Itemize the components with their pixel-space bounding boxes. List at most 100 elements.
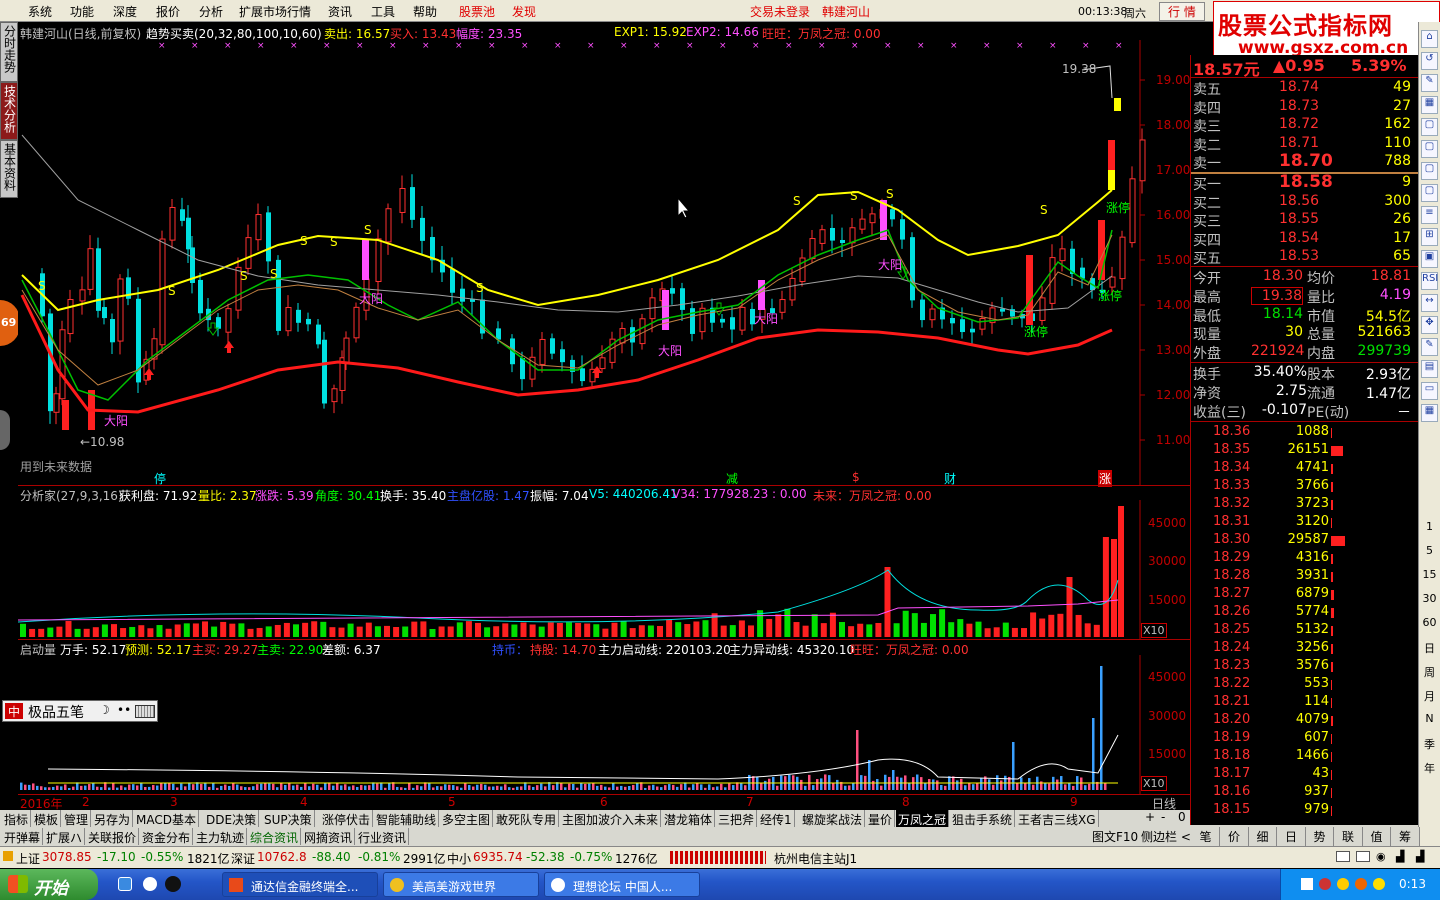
indicator-tab-9[interactable]: 多空主图 — [440, 810, 494, 827]
start-button[interactable]: 开始 — [0, 869, 98, 900]
tray-icon-3[interactable] — [1337, 878, 1349, 890]
quote-tab-3[interactable]: 日 — [1277, 827, 1306, 846]
sh-label[interactable]: 上证 — [16, 850, 40, 867]
menu-analysis[interactable]: 分析 — [199, 3, 223, 20]
indicator-tab-6[interactable]: SUP决策 — [262, 810, 315, 827]
tray-icon-4[interactable] — [1355, 878, 1367, 890]
quote-tab-0[interactable]: 笔 — [1192, 827, 1220, 846]
volume-chart-1[interactable] — [18, 500, 1190, 640]
tool-icon-12[interactable]: ↔ — [1421, 294, 1438, 312]
info-tab-2[interactable]: 关联报价 — [86, 828, 140, 845]
indicator-tab-17[interactable]: 万凤之冠 — [896, 810, 950, 827]
level-price[interactable]: 18.33 — [1213, 478, 1250, 493]
level-price[interactable]: 18.21 — [1213, 694, 1250, 709]
volume-chart-2[interactable] — [18, 655, 1190, 795]
quote-tab-1[interactable]: 价 — [1220, 827, 1249, 846]
menu-quote[interactable]: 报价 — [156, 3, 180, 20]
tab-fundamentals[interactable]: 基本资料 — [0, 140, 18, 198]
level-price[interactable]: 18.24 — [1213, 640, 1250, 655]
tool-icon-4[interactable]: ▢ — [1421, 118, 1438, 136]
info-tab-0[interactable]: 开弹幕 — [2, 828, 44, 845]
level-price[interactable]: 18.15 — [1213, 802, 1250, 817]
menu-help[interactable]: 帮助 — [413, 3, 437, 20]
menu-tools[interactable]: 工具 — [371, 3, 395, 20]
indicator-tab-5[interactable]: DDE决策 — [204, 810, 260, 827]
level-price[interactable]: 18.25 — [1213, 622, 1250, 637]
chart-icon[interactable]: ▟ — [1396, 850, 1404, 863]
punctuation-icon[interactable]: •• — [117, 703, 131, 717]
indicator-tab-1[interactable]: 模板 — [32, 810, 62, 827]
browser-icon[interactable] — [143, 877, 157, 891]
info-tab-1[interactable]: 扩展ハ — [44, 828, 86, 845]
tool-icon-1[interactable]: ↺ — [1421, 52, 1438, 70]
ask-price[interactable]: 18.73 — [1279, 98, 1319, 114]
period-button[interactable]: 周 — [1421, 664, 1438, 680]
tool-icon-2[interactable]: ✎ — [1421, 74, 1438, 92]
period-button[interactable]: 15 — [1421, 568, 1438, 581]
tool-icon-11[interactable]: RSI — [1421, 272, 1438, 290]
ask-price[interactable]: 18.70 — [1279, 151, 1333, 171]
indicator-tab-19[interactable]: 王者吉三线XG — [1016, 810, 1099, 827]
trade-login-status[interactable]: 交易未登录 — [750, 3, 810, 20]
tool-icon-10[interactable]: ▣ — [1421, 250, 1438, 268]
indicator-tab-14[interactable]: 经传1 — [758, 810, 795, 827]
window-icon[interactable] — [1336, 851, 1350, 862]
quote-tab-5[interactable]: 联 — [1334, 827, 1363, 846]
task-forum[interactable]: 理想论坛 中国人... — [544, 872, 700, 897]
level-price[interactable]: 18.29 — [1213, 550, 1250, 565]
indicator-tab-12[interactable]: 潜龙箱体 — [662, 810, 716, 827]
ask-price[interactable]: 18.71 — [1279, 135, 1319, 151]
window-icon-2[interactable] — [1356, 851, 1370, 862]
quote-tab-7[interactable]: 筹 — [1391, 827, 1420, 846]
tab-sidebar[interactable]: 侧边栏 < — [1141, 828, 1191, 845]
ime-toolbar[interactable]: 中 极品五笔 ☽ •• — [2, 700, 158, 722]
task-tdx[interactable]: 通达信金融终端全... — [222, 872, 378, 897]
server-name[interactable]: 杭州电信主站J1 — [774, 850, 857, 867]
tool-icon-16[interactable]: ▭ — [1421, 382, 1438, 400]
quote-tab-4[interactable]: 势 — [1306, 827, 1334, 846]
menu-depth[interactable]: 深度 — [113, 3, 137, 20]
indicator-tab-2[interactable]: 管理 — [62, 810, 92, 827]
tool-icon-13[interactable]: ✥ — [1421, 316, 1438, 334]
menu-stock-pool[interactable]: 股票池 — [459, 3, 495, 20]
bid-price[interactable]: 18.55 — [1279, 211, 1319, 227]
candlestick-chart[interactable]: S S S S S S S S S S S S × × × × × × × × × × × × × × × × × × × × × × × × × × × ×… — [18, 40, 1190, 486]
tab-scroll-minus[interactable]: - — [1161, 810, 1165, 824]
level-price[interactable]: 18.36 — [1213, 424, 1250, 439]
period-button[interactable]: 5 — [1421, 544, 1438, 557]
level-price[interactable]: 18.26 — [1213, 604, 1250, 619]
tab-technical-analysis[interactable]: 技术分析 — [0, 82, 18, 140]
tool-icon-6[interactable]: ▢ — [1421, 162, 1438, 180]
tray-icon-5[interactable] — [1373, 878, 1385, 890]
tray-icon-1[interactable] — [1301, 878, 1313, 890]
zx-label[interactable]: 中小 — [447, 850, 471, 867]
tool-icon-9[interactable]: ⊞ — [1421, 228, 1438, 246]
menu-function[interactable]: 功能 — [70, 3, 94, 20]
tool-icon-15[interactable]: ▤ — [1421, 360, 1438, 378]
indicator-tab-7[interactable]: 涨停伏击 — [320, 810, 374, 827]
info-tab-6[interactable]: 网摘资讯 — [302, 828, 356, 845]
indicator-tab-11[interactable]: 主图加波介入未来 — [560, 810, 662, 827]
indicator-tab-13[interactable]: 三把斧 — [716, 810, 758, 827]
period-button[interactable]: 年 — [1421, 760, 1438, 776]
indicator-tab-16[interactable]: 量价 — [866, 810, 896, 827]
period-button[interactable]: N — [1421, 712, 1438, 725]
tool-icon-3[interactable]: ▦ — [1421, 96, 1438, 114]
level-price[interactable]: 18.30 — [1213, 532, 1250, 547]
bid-price[interactable]: 18.53 — [1279, 248, 1319, 264]
level-price[interactable]: 18.22 — [1213, 676, 1250, 691]
side-badge[interactable]: 69 — [0, 300, 20, 346]
period-button[interactable]: 季 — [1421, 736, 1438, 752]
period-button[interactable]: 30 — [1421, 592, 1438, 605]
bid-price[interactable]: 18.56 — [1279, 193, 1319, 209]
indicator-tab-15[interactable]: 螺旋桨战法 — [800, 810, 866, 827]
level-price[interactable]: 18.28 — [1213, 568, 1250, 583]
info-tab-3[interactable]: 资金分布 — [140, 828, 194, 845]
level-price[interactable]: 18.34 — [1213, 460, 1250, 475]
info-tab-4[interactable]: 主力轨迹 — [194, 828, 248, 845]
menu-extended-market[interactable]: 扩展市场行情 — [239, 3, 311, 20]
speaker-icon[interactable]: ◉ — [1376, 850, 1386, 863]
level-price[interactable]: 18.16 — [1213, 784, 1250, 799]
bid-price[interactable]: 18.58 — [1279, 172, 1333, 192]
indicator-tab-0[interactable]: 指标 — [2, 810, 32, 827]
